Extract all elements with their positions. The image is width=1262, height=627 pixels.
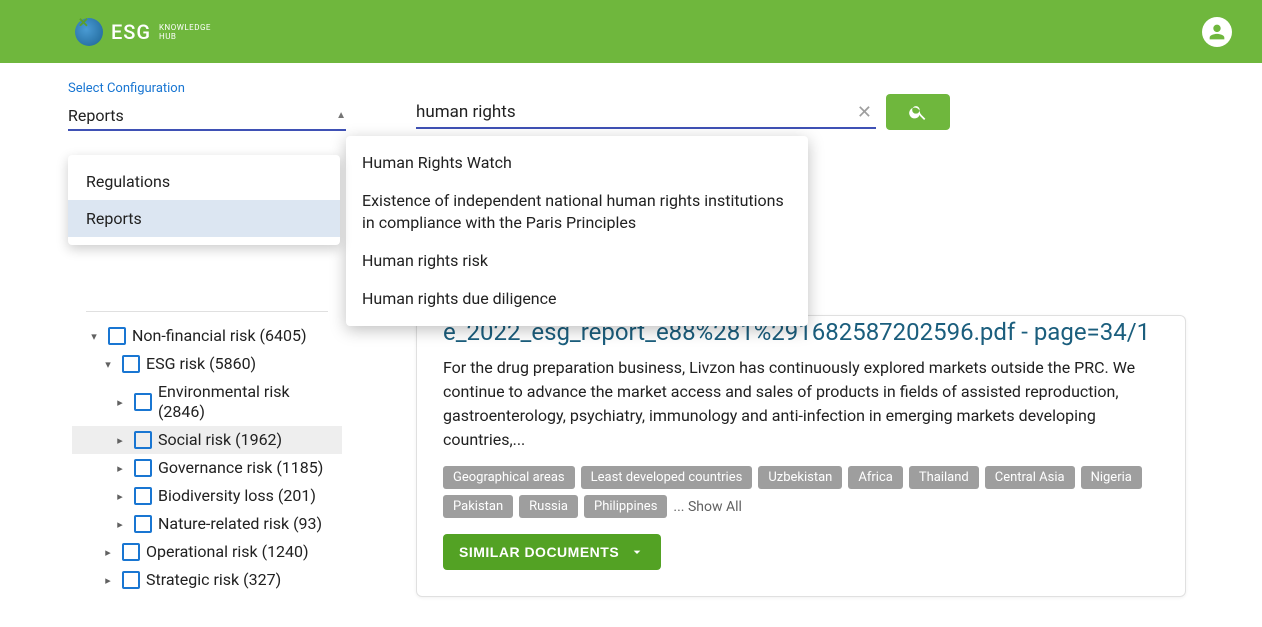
clear-icon[interactable]: ✕ (853, 102, 876, 123)
tag[interactable]: Geographical areas (443, 466, 575, 489)
config-option-reports[interactable]: Reports (68, 200, 340, 237)
checkbox[interactable] (134, 393, 152, 411)
checkbox[interactable] (122, 355, 140, 373)
checkbox[interactable] (122, 543, 140, 561)
checkbox[interactable] (134, 459, 152, 477)
checkbox[interactable] (134, 431, 152, 449)
autocomplete-item[interactable]: Human rights risk (346, 242, 808, 280)
config-select[interactable]: Reports ▲ (68, 100, 346, 131)
checkbox[interactable] (134, 515, 152, 533)
search-button[interactable] (886, 94, 950, 130)
search-input[interactable] (416, 102, 853, 122)
search-row: ✕ (416, 94, 1232, 130)
search-icon (908, 102, 928, 122)
main-content: Select Configuration Reports ▲ Regulatio… (0, 63, 1262, 597)
tag[interactable]: Central Asia (985, 466, 1075, 489)
brand-subtitle: KNOWLEDGE HUB (159, 23, 211, 41)
tree-node-operational[interactable]: ▸ Operational risk (1240) (72, 538, 342, 566)
result-snippet: For the drug preparation business, Livzo… (443, 356, 1159, 452)
result-tags: Geographical areas Least developed count… (443, 466, 1159, 518)
similar-documents-button[interactable]: SIMILAR DOCUMENTS (443, 534, 661, 570)
tree-node-governance[interactable]: ▸ Governance risk (1185) (72, 454, 342, 482)
tag[interactable]: Pakistan (443, 495, 513, 518)
autocomplete-panel: Human Rights Watch Existence of independ… (346, 136, 808, 326)
config-dropdown: Regulations Reports (68, 155, 340, 245)
tree-node-biodiversity[interactable]: ▸ Biodiversity loss (201) (72, 482, 342, 510)
tag[interactable]: Least developed countries (581, 466, 753, 489)
filter-tree: ▾ Non-financial risk (6405) ▾ ESG risk (… (68, 311, 346, 594)
chevron-right-icon[interactable]: ▸ (100, 574, 116, 587)
chevron-down-icon (629, 544, 645, 560)
tag[interactable]: Philippines (584, 495, 667, 518)
tree-node-strategic[interactable]: ▸ Strategic risk (327) (72, 566, 342, 594)
autocomplete-item[interactable]: Existence of independent national human … (346, 182, 808, 242)
tag[interactable]: Russia (519, 495, 578, 518)
similar-label: SIMILAR DOCUMENTS (459, 544, 619, 560)
brand-logo[interactable]: ESG KNOWLEDGE HUB (75, 18, 211, 46)
globe-icon (75, 18, 103, 46)
tag[interactable]: Thailand (909, 466, 979, 489)
checkbox[interactable] (108, 327, 126, 345)
config-label: Select Configuration (68, 81, 346, 96)
chevron-down-icon[interactable]: ▾ (100, 358, 116, 371)
chevron-right-icon[interactable]: ▸ (100, 546, 116, 559)
results-area: ✕ Human Rights Watch Existence of indepe… (346, 81, 1232, 597)
tag[interactable]: Africa (848, 466, 902, 489)
sidebar: Select Configuration Reports ▲ Regulatio… (68, 81, 346, 597)
divider (86, 311, 328, 312)
result-card: e_2022_esg_report_e88%281%29168258720259… (416, 315, 1186, 597)
chevron-right-icon[interactable]: ▸ (112, 490, 128, 503)
chevron-up-icon: ▲ (336, 110, 346, 121)
config-option-regulations[interactable]: Regulations (68, 163, 340, 200)
chevron-right-icon[interactable]: ▸ (112, 462, 128, 475)
tree-node-nature[interactable]: ▸ Nature-related risk (93) (72, 510, 342, 538)
chevron-down-icon[interactable]: ▾ (86, 330, 102, 343)
chevron-right-icon[interactable]: ▸ (112, 396, 128, 409)
show-all-tags[interactable]: ... Show All (673, 499, 742, 515)
tree-node-social[interactable]: ▸ Social risk (1962) (72, 426, 342, 454)
checkbox[interactable] (134, 487, 152, 505)
tree-node-esg[interactable]: ▾ ESG risk (5860) (72, 350, 342, 378)
search-field[interactable]: ✕ (416, 96, 876, 129)
config-value: Reports (68, 106, 124, 125)
chevron-right-icon[interactable]: ▸ (112, 518, 128, 531)
account-icon[interactable] (1202, 17, 1232, 47)
app-header: ESG KNOWLEDGE HUB (0, 0, 1262, 63)
tree-node-environmental[interactable]: ▸ Environmental risk (2846) (72, 378, 342, 426)
autocomplete-item[interactable]: Human Rights Watch (346, 144, 808, 182)
checkbox[interactable] (122, 571, 140, 589)
brand-name: ESG (111, 20, 151, 44)
autocomplete-item[interactable]: Human rights due diligence (346, 280, 808, 318)
tree-node-nonfinancial[interactable]: ▾ Non-financial risk (6405) (72, 322, 342, 350)
chevron-right-icon[interactable]: ▸ (112, 434, 128, 447)
tag[interactable]: Nigeria (1081, 466, 1142, 489)
tag[interactable]: Uzbekistan (758, 466, 842, 489)
